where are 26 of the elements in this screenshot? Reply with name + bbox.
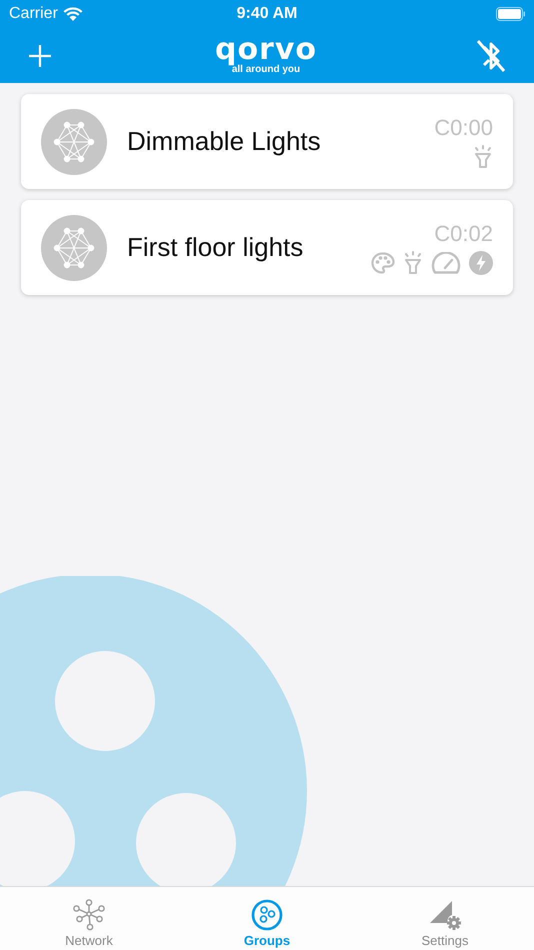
- carrier-label: Carrier: [9, 5, 58, 23]
- clock-time: 9:40 AM: [236, 5, 298, 23]
- network-mesh-icon: [41, 108, 107, 174]
- add-button[interactable]: [28, 44, 52, 68]
- group-card[interactable]: Dimmable Lights C0:00: [21, 94, 513, 189]
- circles-icon: [251, 899, 283, 931]
- network-mesh-icon: [41, 214, 107, 280]
- logo-tagline: all around you: [232, 64, 300, 75]
- group-code: C0:02: [434, 220, 493, 246]
- tab-item[interactable]: Settings: [356, 887, 534, 950]
- wifi-icon: [62, 6, 83, 22]
- lightning-icon: [469, 250, 493, 274]
- settings-icon: [428, 899, 462, 931]
- group-code: C0:00: [434, 114, 493, 140]
- tab-item[interactable]: Network: [0, 887, 178, 950]
- network-icon: [72, 899, 106, 931]
- group-name: First floor lights: [127, 232, 304, 263]
- palette-icon: [371, 252, 395, 274]
- logo: qorvo: [214, 36, 318, 64]
- group-name: Dimmable Lights: [127, 126, 322, 157]
- group-card[interactable]: First floor lights C0:02: [21, 200, 513, 295]
- flashlight-icon: [403, 250, 423, 274]
- tab-item[interactable]: Groups: [178, 887, 356, 950]
- battery-icon: [496, 7, 526, 21]
- gauge-icon: [431, 252, 461, 274]
- flashlight-icon: [473, 144, 493, 168]
